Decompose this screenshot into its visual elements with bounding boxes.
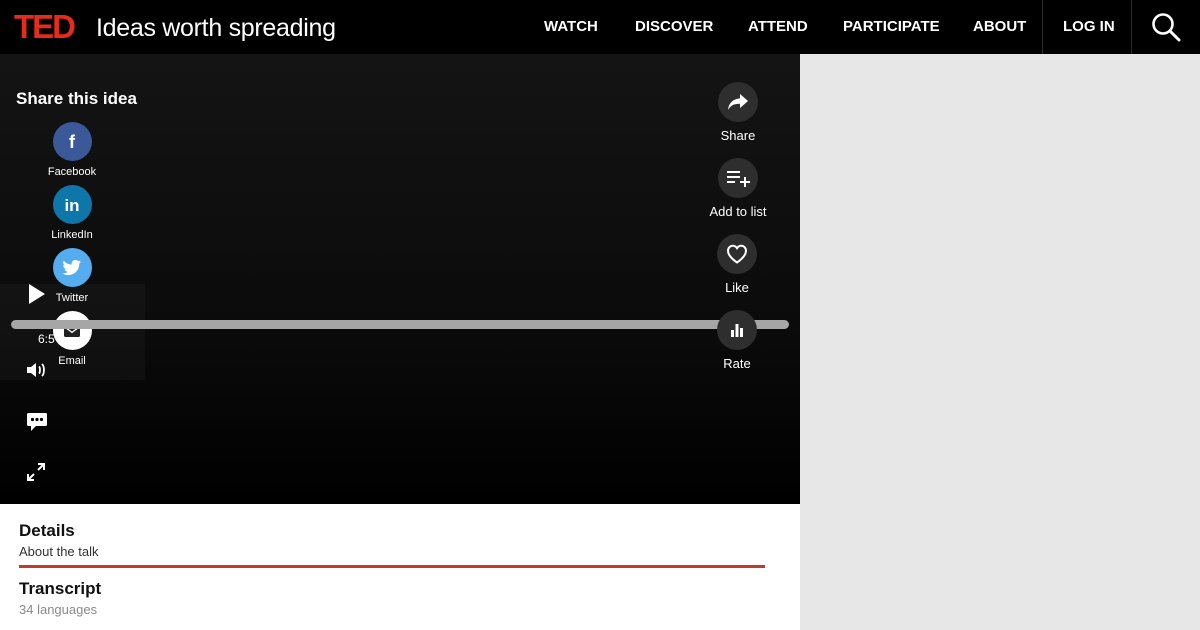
talk-details-panel: Details About the talk Transcript 34 lan… <box>0 504 800 630</box>
heart-icon <box>717 234 757 274</box>
video-player[interactable]: Share this idea f Facebook in LinkedIn T… <box>0 54 800 504</box>
action-label: Like <box>725 280 749 295</box>
top-header: TED Ideas worth spreading WATCH DISCOVER… <box>0 0 1200 54</box>
fullscreen-button[interactable] <box>26 462 46 487</box>
facebook-icon: f <box>52 122 92 161</box>
email-icon <box>52 311 92 350</box>
share-icon <box>718 82 758 122</box>
active-tab-indicator <box>19 565 765 568</box>
action-label: Share <box>720 128 756 143</box>
twitter-icon <box>52 248 92 287</box>
share-label: LinkedIn <box>51 229 93 241</box>
action-label: Rate <box>723 356 751 371</box>
like-button[interactable]: Like <box>697 234 777 296</box>
add-to-list-icon <box>718 158 758 198</box>
bar-chart-icon <box>717 310 757 350</box>
details-tab-title[interactable]: Details <box>19 521 75 541</box>
transcript-tab-title[interactable]: Transcript <box>19 579 101 599</box>
current-time: 6:5 <box>38 332 55 346</box>
tagline: Ideas worth spreading <box>96 14 336 42</box>
share-facebook-button[interactable]: f Facebook <box>32 122 112 179</box>
nav-discover[interactable]: DISCOVER <box>635 18 713 36</box>
action-label: Add to list <box>709 204 767 219</box>
add-to-list-button[interactable]: Add to list <box>698 158 778 220</box>
nav-about[interactable]: ABOUT <box>973 18 1026 36</box>
share-label: Facebook <box>47 166 97 178</box>
nav-divider <box>1042 0 1043 54</box>
nav-attend[interactable]: ATTEND <box>748 18 808 36</box>
details-tab-subtitle[interactable]: About the talk <box>19 544 99 559</box>
share-panel-title: Share this idea <box>16 89 137 108</box>
progress-bar[interactable] <box>11 320 789 329</box>
svg-text:f: f <box>69 132 76 152</box>
share-linkedin-button[interactable]: in LinkedIn <box>32 185 112 242</box>
ted-logo[interactable]: TED <box>14 8 76 46</box>
sidebar-area <box>800 54 1200 630</box>
svg-text:in: in <box>64 196 79 215</box>
nav-participate[interactable]: PARTICIPATE <box>843 18 940 36</box>
linkedin-icon: in <box>52 185 92 224</box>
search-icon[interactable] <box>1151 12 1181 42</box>
nav-watch[interactable]: WATCH <box>544 18 598 36</box>
captions-button[interactable] <box>26 412 48 437</box>
login-link[interactable]: LOG IN <box>1063 18 1115 36</box>
volume-button[interactable] <box>25 360 49 385</box>
transcript-tab-subtitle[interactable]: 34 languages <box>19 602 97 617</box>
rate-button[interactable]: Rate <box>697 310 777 372</box>
share-action-button[interactable]: Share <box>698 82 778 144</box>
play-button[interactable] <box>27 283 47 310</box>
nav-divider <box>1131 0 1132 54</box>
